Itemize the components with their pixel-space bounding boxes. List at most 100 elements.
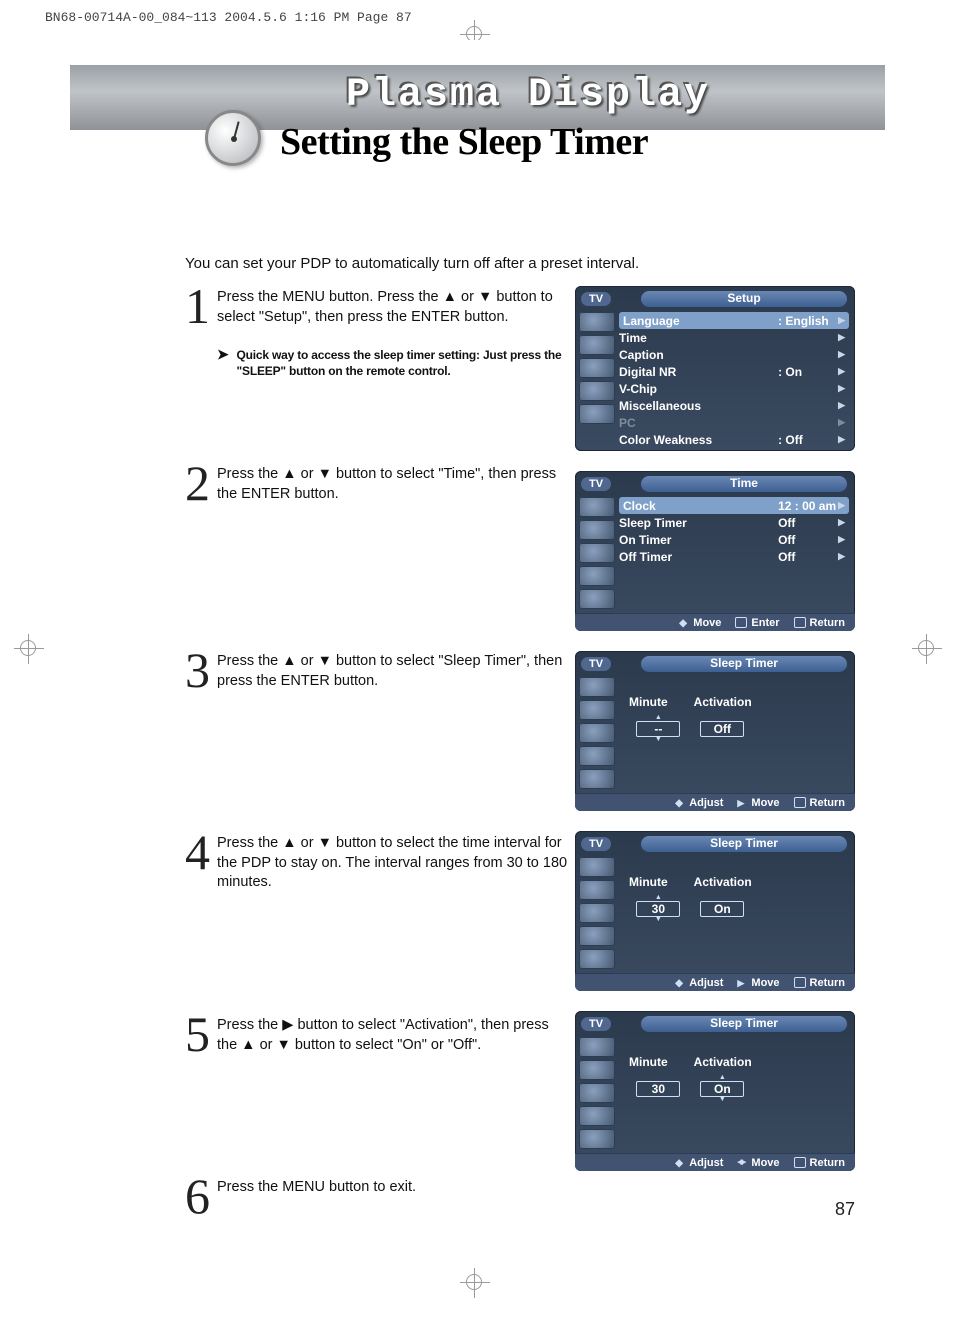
- osd-row: Digital NR: On▶: [619, 363, 845, 380]
- osd-row-label: Sleep Timer: [619, 516, 778, 530]
- step-text: Press the MENU button. Press the ▲ or ▼ …: [217, 289, 553, 325]
- osd-hint-adjust: Adjust: [675, 1157, 723, 1169]
- osd-row-label: Color Weakness: [619, 433, 778, 447]
- osd-hint-return: Return: [794, 617, 845, 629]
- crop-mark-bottom: [466, 1274, 482, 1295]
- osd-icon: [579, 746, 615, 766]
- osd-screenshot-column: TV Setup Language: English▶Time▶Caption▶…: [575, 286, 855, 1171]
- osd-icon: [579, 589, 615, 609]
- osd-icon: [579, 949, 615, 969]
- chevron-right-icon: ▶: [838, 551, 845, 562]
- osd-source-badge: TV: [581, 477, 611, 491]
- step-number: 3: [185, 648, 217, 693]
- page-content: Plasma Display Setting the Sleep Timer Y…: [70, 40, 885, 1250]
- step-number: 1: [185, 284, 217, 329]
- osd-hint-move: Move: [679, 617, 721, 629]
- step-number: 6: [185, 1174, 217, 1219]
- osd-title: Sleep Timer: [641, 1016, 847, 1032]
- osd-list: Clock12 : 00 am▶Sleep TimerOff▶On TimerO…: [619, 493, 855, 613]
- quick-tip: ➤ Quick way to access the sleep timer se…: [217, 347, 570, 379]
- osd-hint-adjust: Adjust: [675, 797, 723, 809]
- minute-value: 30: [636, 1081, 680, 1097]
- osd-row: PC ▶: [619, 414, 845, 431]
- chevron-right-icon: ▶: [838, 366, 845, 377]
- osd-row-value: Off: [778, 516, 838, 530]
- osd-sleep-timer-2: TV Sleep Timer Minute Activation ▲30▼ ▲O…: [575, 831, 855, 991]
- osd-icon: [579, 335, 615, 355]
- down-arrow-icon: ▼: [655, 737, 662, 743]
- osd-hint-return: Return: [794, 797, 845, 809]
- osd-sleep-timer-1: TV Sleep Timer Minute Activation ▲--▼ ▲O…: [575, 651, 855, 811]
- osd-row-label: Time: [619, 331, 778, 345]
- osd-icon: [579, 566, 615, 586]
- step-6: 6 Press the MENU button to exit.: [185, 1178, 570, 1219]
- step-1: 1 Press the MENU button. Press the ▲ or …: [185, 288, 570, 453]
- chevron-right-icon: ▶: [838, 332, 845, 343]
- activation-label: Activation: [694, 1055, 752, 1069]
- osd-icon: [579, 926, 615, 946]
- osd-setup: TV Setup Language: English▶Time▶Caption▶…: [575, 286, 855, 451]
- osd-row: Miscellaneous ▶: [619, 397, 845, 414]
- osd-icon: [579, 1060, 615, 1080]
- osd-title: Time: [641, 476, 847, 492]
- minute-value: --: [636, 721, 680, 737]
- clock-icon: [205, 110, 261, 166]
- osd-icon: [579, 769, 615, 789]
- step-number: 4: [185, 830, 217, 875]
- osd-row-label: Clock: [623, 499, 778, 513]
- osd-icon: [579, 723, 615, 743]
- chevron-right-icon: ▶: [838, 417, 845, 428]
- osd-category-icons: [575, 493, 619, 613]
- chevron-right-icon: ▶: [838, 500, 845, 511]
- osd-row-label: Miscellaneous: [619, 399, 778, 413]
- crop-mark-right: [918, 640, 934, 661]
- page-title: Setting the Sleep Timer: [280, 120, 648, 164]
- step-text: Press the ▲ or ▼ button to select "Time"…: [217, 465, 570, 504]
- osd-row-label: Off Timer: [619, 550, 778, 564]
- osd-row-label: V-Chip: [619, 382, 778, 396]
- down-arrow-icon: ▼: [655, 917, 662, 923]
- brand-text: Plasma Display: [346, 73, 710, 118]
- osd-icon: [579, 312, 615, 332]
- osd-row: Sleep TimerOff▶: [619, 514, 845, 531]
- osd-category-icons: [575, 853, 619, 973]
- osd-row-value: Off: [778, 550, 838, 564]
- page-number: 87: [835, 1199, 855, 1220]
- chevron-right-icon: ▶: [838, 434, 845, 445]
- osd-row: Caption▶: [619, 346, 845, 363]
- osd-row: Clock12 : 00 am▶: [619, 497, 849, 514]
- osd-row-label: PC: [619, 416, 778, 430]
- osd-source-badge: TV: [581, 657, 611, 671]
- osd-icon: [579, 1129, 615, 1149]
- osd-source-badge: TV: [581, 292, 611, 306]
- osd-row-label: Caption: [619, 348, 778, 362]
- osd-row-value: 12 : 00 am: [778, 499, 838, 513]
- osd-hint-return: Return: [794, 1157, 845, 1169]
- osd-source-badge: TV: [581, 1017, 611, 1031]
- osd-hint-adjust: Adjust: [675, 977, 723, 989]
- osd-icon: [579, 677, 615, 697]
- chevron-right-icon: ▶: [838, 400, 845, 411]
- chevron-right-icon: ▶: [838, 315, 845, 326]
- osd-title: Sleep Timer: [641, 836, 847, 852]
- minute-spinner: ▲--▼: [636, 715, 680, 743]
- osd-row-label: On Timer: [619, 533, 778, 547]
- osd-title: Sleep Timer: [641, 656, 847, 672]
- minute-spinner: ▲30▼: [636, 895, 680, 923]
- osd-icon: [579, 543, 615, 563]
- osd-icon: [579, 880, 615, 900]
- osd-row: Color Weakness: Off▶: [619, 431, 845, 448]
- step-text: Press the ▲ or ▼ button to select "Sleep…: [217, 652, 570, 691]
- activation-label: Activation: [694, 695, 752, 709]
- osd-sleep-body: Minute Activation ▲30▼ ▲On▼: [619, 1033, 762, 1153]
- osd-source-badge: TV: [581, 837, 611, 851]
- step-5: 5 Press the ▶ button to select "Activati…: [185, 1016, 570, 1166]
- osd-icon: [579, 520, 615, 540]
- osd-icon: [579, 1037, 615, 1057]
- activation-value: On: [700, 1081, 744, 1097]
- osd-row-value: Off: [778, 533, 838, 547]
- osd-row: Time ▶: [619, 329, 845, 346]
- chevron-right-icon: ▶: [838, 517, 845, 528]
- osd-footer: Adjust Move Return: [575, 973, 855, 991]
- chevron-right-icon: ▶: [838, 383, 845, 394]
